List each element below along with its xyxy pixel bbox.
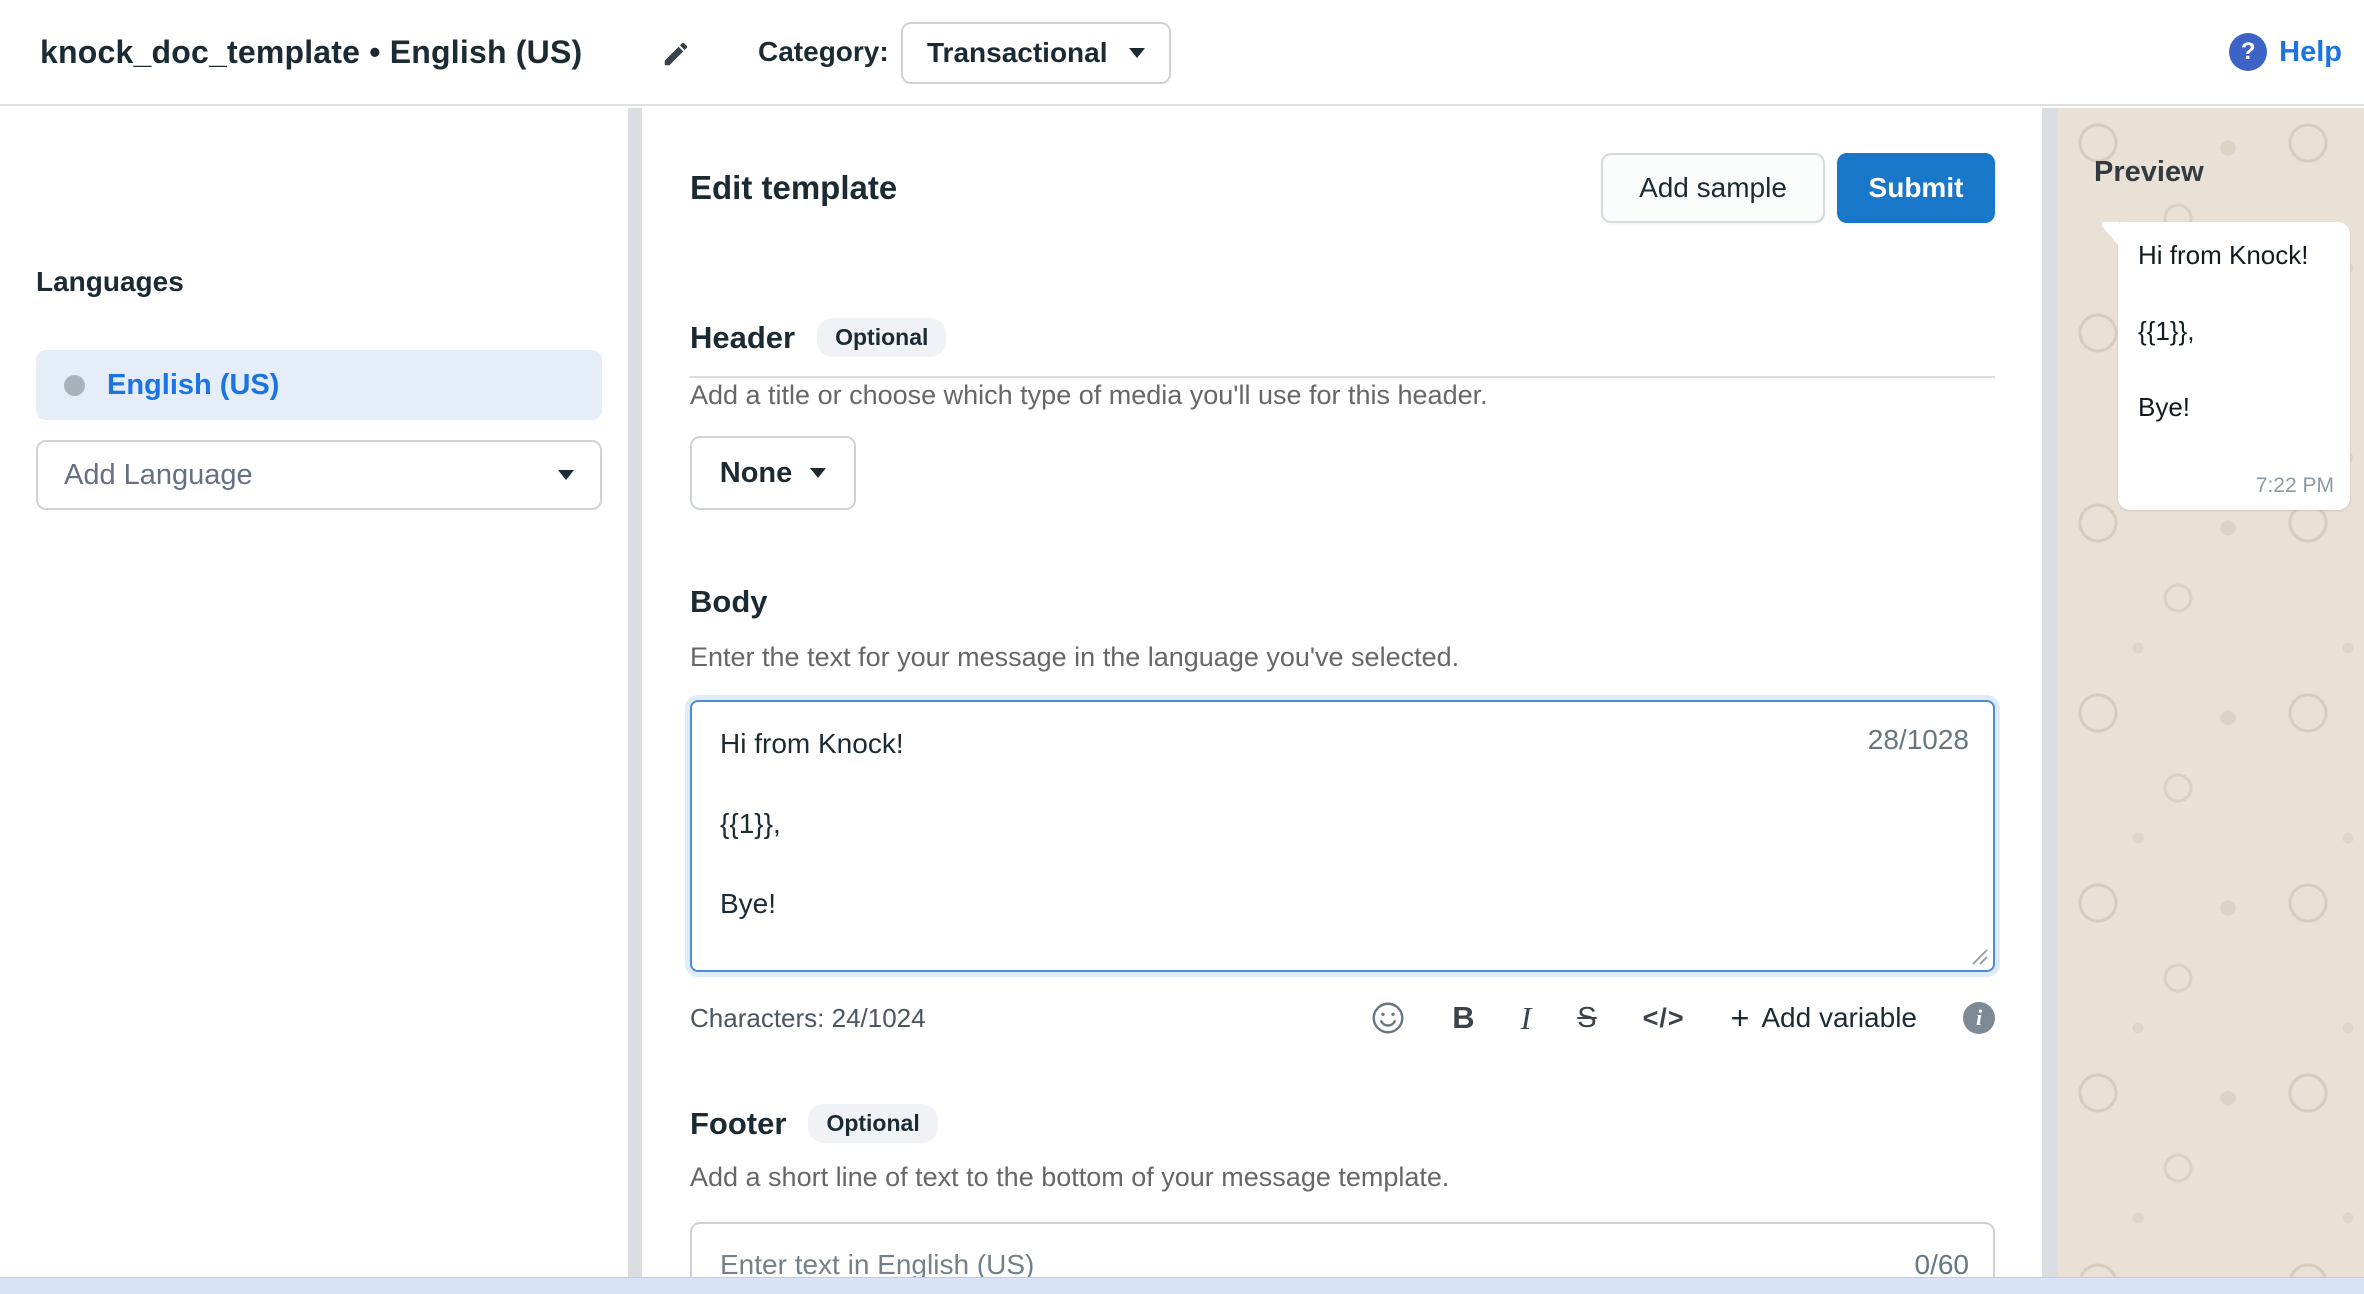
header-type-value: None <box>720 457 793 490</box>
editor-header-row: Edit template Add sample Submit <box>690 153 1995 223</box>
category-value: Transactional <box>927 37 1108 69</box>
category-dropdown[interactable]: Transactional <box>901 22 1171 84</box>
add-language-label: Add Language <box>64 459 253 492</box>
help-icon: ? <box>2229 33 2267 71</box>
header-section-description: Add a title or choose which type of medi… <box>690 380 1488 411</box>
footer-section-title-row: Footer Optional <box>690 1104 938 1143</box>
help-label: Help <box>2279 36 2342 69</box>
characters-count: Characters: 24/1024 <box>690 1003 926 1034</box>
chevron-down-icon <box>1129 48 1145 58</box>
sidebar-item-english-us[interactable]: English (US) <box>36 350 602 420</box>
chevron-down-icon <box>558 470 574 480</box>
preview-heading: Preview <box>2094 156 2204 189</box>
optional-badge: Optional <box>817 318 946 357</box>
bubble-line: {{1}}, <box>2138 314 2332 348</box>
chevron-down-icon <box>810 468 826 478</box>
emoji-icon[interactable] <box>1370 1000 1406 1036</box>
body-section-title: Body <box>690 584 768 620</box>
italic-icon[interactable]: I <box>1521 1000 1532 1037</box>
add-sample-button[interactable]: Add sample <box>1601 153 1825 223</box>
header-section-title-row: Header Optional <box>690 318 946 357</box>
add-language-dropdown[interactable]: Add Language <box>36 440 602 510</box>
optional-badge: Optional <box>808 1104 937 1143</box>
main-scrollbar[interactable] <box>2042 108 2058 1294</box>
header-section-title: Header <box>690 320 795 356</box>
pencil-icon <box>661 39 691 69</box>
page-title: knock_doc_template • English (US) <box>40 0 582 104</box>
bold-icon[interactable]: B <box>1452 1000 1474 1036</box>
info-icon[interactable]: i <box>1963 1002 1995 1034</box>
add-variable-button[interactable]: + Add variable <box>1731 1000 1917 1037</box>
category-label: Category: <box>758 0 889 104</box>
message-timestamp: 7:22 PM <box>2256 474 2334 498</box>
section-divider <box>690 376 1995 378</box>
bottom-highlight-band <box>0 1277 2364 1294</box>
language-status-dot <box>64 375 85 396</box>
sidebar-scrollbar[interactable] <box>628 108 642 1294</box>
top-bar: knock_doc_template • English (US) Catego… <box>0 0 2364 106</box>
languages-sidebar: Languages English (US) Add Language <box>0 108 628 1294</box>
language-label: English (US) <box>107 369 279 402</box>
plus-icon: + <box>1731 1000 1750 1037</box>
code-icon[interactable]: </> <box>1643 1003 1685 1034</box>
footer-section-description: Add a short line of text to the bottom o… <box>690 1162 1449 1193</box>
body-textarea[interactable]: Hi from Knock! {{1}}, Bye! <box>690 700 1995 972</box>
whatsapp-message-bubble: Hi from Knock! {{1}}, Bye! 7:22 PM <box>2118 222 2350 510</box>
bubble-line: Hi from Knock! <box>2138 238 2332 272</box>
edit-template-panel: Edit template Add sample Submit Header O… <box>642 108 2042 1294</box>
body-section-description: Enter the text for your message in the l… <box>690 642 1459 673</box>
template-editor-screen: knock_doc_template • English (US) Catego… <box>0 0 2364 1294</box>
body-section-title-row: Body <box>690 584 768 620</box>
languages-heading: Languages <box>36 266 184 298</box>
header-type-dropdown[interactable]: None <box>690 436 856 510</box>
body-textarea-wrap: Hi from Knock! {{1}}, Bye! 28/1028 <box>690 700 1995 972</box>
add-variable-label: Add variable <box>1761 1002 1917 1034</box>
preview-panel: Preview Hi from Knock! {{1}}, Bye! 7:22 … <box>2058 108 2364 1294</box>
bubble-line: Bye! <box>2138 390 2332 424</box>
strikethrough-icon[interactable]: S <box>1577 1002 1596 1035</box>
submit-button[interactable]: Submit <box>1837 153 1995 223</box>
body-toolbar: Characters: 24/1024 B I S </> + Add vari <box>690 994 1995 1042</box>
help-link[interactable]: ? Help <box>2229 0 2342 104</box>
footer-section-title: Footer <box>690 1106 786 1142</box>
edit-title-button[interactable] <box>652 30 700 78</box>
